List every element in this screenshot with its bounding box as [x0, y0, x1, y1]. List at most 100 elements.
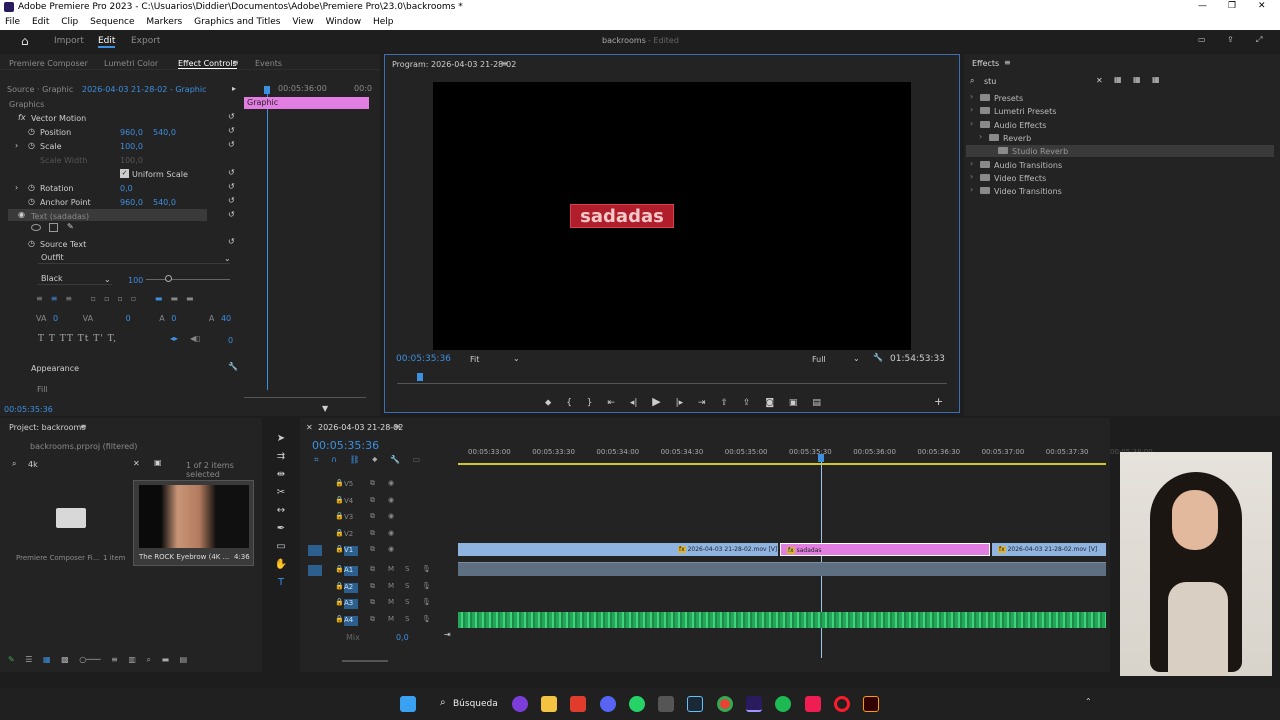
step-back-icon[interactable]: ◂| — [630, 398, 638, 408]
panel-menu-icon[interactable]: ≡ — [232, 58, 239, 67]
lock-icon[interactable]: 🔒 — [335, 565, 344, 573]
windows-start-icon[interactable] — [400, 696, 416, 712]
scale-value[interactable]: 100,0 — [120, 142, 143, 151]
reset-icon[interactable]: ↺ — [228, 168, 235, 177]
source-patch[interactable] — [308, 496, 322, 507]
sync-lock-icon[interactable]: ⧉ — [370, 479, 375, 488]
sync-lock-icon[interactable]: ⧉ — [370, 545, 375, 554]
source-patch[interactable] — [308, 479, 322, 490]
stopwatch-icon[interactable]: ◷ — [28, 197, 35, 206]
kerning-icon[interactable]: VA — [83, 314, 93, 323]
lock-icon[interactable]: 🔒 — [335, 479, 344, 487]
chevron-right-icon[interactable]: › — [970, 105, 973, 114]
type-icon[interactable]: T — [272, 574, 290, 592]
source-patch[interactable] — [308, 529, 322, 540]
effects-tree-item[interactable]: › Lumetri Presets — [966, 105, 1274, 117]
effects-tree-item[interactable]: › Video Effects — [966, 172, 1274, 184]
panel-menu-icon[interactable]: ≡ — [1004, 58, 1011, 67]
source-patch[interactable] — [308, 582, 322, 593]
effects-tree-item[interactable]: › Audio Transitions — [966, 159, 1274, 171]
lock-icon[interactable]: 🔒 — [335, 598, 344, 606]
effects-tree-item[interactable]: › Reverb — [966, 132, 1274, 144]
track-label[interactable]: A1 — [344, 566, 358, 576]
tab-premiere-composer[interactable]: Premiere Composer — [9, 59, 88, 68]
eye-icon[interactable]: ◉ — [388, 479, 394, 487]
menu-view[interactable]: View — [292, 17, 313, 27]
solo-button[interactable]: S — [405, 615, 409, 623]
baseline-icon[interactable]: A — [209, 314, 214, 323]
anchor-y[interactable]: 540,0 — [153, 198, 176, 207]
zoom-slider[interactable] — [244, 397, 366, 398]
reset-icon[interactable]: ↺ — [228, 210, 235, 219]
source-patch[interactable] — [308, 512, 322, 523]
timeline-timecode[interactable]: 00:05:35:36 — [312, 439, 379, 452]
graphic-clip-bar[interactable]: Graphic — [244, 97, 369, 109]
mix-end-icon[interactable]: ⇥ — [444, 630, 451, 639]
menu-help[interactable]: Help — [373, 17, 394, 27]
share-icon[interactable]: ⇪ — [1227, 35, 1234, 44]
discord-icon[interactable] — [600, 696, 616, 712]
accelerated-icon[interactable]: ▦ — [1114, 75, 1122, 84]
32bit-icon[interactable]: ▦ — [1133, 75, 1141, 84]
panel-menu-icon[interactable]: ≡ — [394, 422, 401, 431]
menu-file[interactable]: File — [5, 17, 20, 27]
pen-mask-icon[interactable]: ✎ — [67, 222, 74, 231]
program-timecode[interactable]: 00:05:35:36 — [396, 354, 451, 364]
source-patch[interactable] — [308, 565, 322, 576]
video-track-header[interactable]: 🔒 V1 ⧉ ◉ — [308, 544, 448, 558]
go-to-in-icon[interactable]: ⇤ — [607, 398, 615, 408]
zoom-slider-icon[interactable]: ○─── — [79, 655, 100, 664]
solo-button[interactable]: S — [405, 565, 409, 573]
lock-icon[interactable]: 🔒 — [335, 529, 344, 537]
expand-icon[interactable]: › — [15, 183, 18, 192]
file-explorer-icon[interactable] — [541, 696, 557, 712]
pen-icon[interactable]: ✒ — [272, 520, 290, 538]
effects-tree-item[interactable]: › Presets — [966, 92, 1274, 104]
tray-chevron-icon[interactable]: ⌃ — [1085, 697, 1092, 706]
timeline-ruler[interactable]: 00:05:33:00 00:05:33:30 00:05:34:00 00:05:3… — [458, 446, 1153, 462]
slip-icon[interactable]: ↔ — [272, 502, 290, 520]
track-label[interactable]: A3 — [344, 599, 358, 610]
mark-out-icon[interactable]: } — [587, 398, 593, 408]
mute-button[interactable]: M — [388, 598, 394, 606]
slider-handle[interactable] — [165, 275, 172, 282]
audio-track-header[interactable]: 🔒 A2 ⧉ M S 🎙 — [308, 581, 448, 595]
effects-tree-item[interactable]: › Video Transitions — [966, 185, 1274, 197]
leading-value[interactable]: 0 — [171, 314, 176, 323]
microphone-icon[interactable]: 🎙 — [422, 615, 431, 623]
app2-icon[interactable] — [658, 696, 674, 712]
microphone-icon[interactable]: 🎙 — [422, 598, 431, 606]
track-label[interactable]: V5 — [344, 480, 358, 490]
effects-search-input[interactable]: stu — [984, 77, 1096, 86]
program-playhead[interactable] — [417, 373, 423, 381]
track-label[interactable]: V1 — [344, 546, 358, 557]
list-view-icon[interactable]: ☰ — [25, 655, 32, 664]
chevron-right-icon[interactable]: › — [970, 119, 973, 128]
effects-tree-item[interactable]: › Audio Effects — [966, 119, 1274, 131]
step-forward-icon[interactable]: |▸ — [676, 398, 684, 408]
lock-icon[interactable]: 🔒 — [335, 496, 344, 504]
eye-icon[interactable]: ◉ — [388, 496, 394, 504]
rotation-value[interactable]: 0,0 — [120, 184, 133, 193]
weight-select[interactable]: Black — [38, 274, 112, 285]
selection-tool-icon[interactable]: ➤ — [272, 430, 290, 448]
solo-button[interactable]: S — [405, 598, 409, 606]
audio-clip-a1[interactable] — [458, 562, 1106, 576]
mute-button[interactable]: M — [388, 582, 394, 590]
add-marker-icon[interactable]: ⬥ — [545, 398, 551, 408]
playhead-marker[interactable] — [264, 86, 270, 94]
hand-icon[interactable]: ✋ — [272, 556, 290, 574]
compare-icon[interactable]: ▣ — [789, 398, 798, 408]
rectangle-mask-icon[interactable] — [49, 223, 58, 232]
premiere-icon[interactable] — [746, 696, 762, 712]
lift-icon[interactable]: ⇧ — [720, 398, 728, 408]
stopwatch-icon[interactable]: ◷ — [28, 141, 35, 150]
kerning-value[interactable]: 0 — [126, 314, 131, 323]
linked-icon[interactable]: ⛓ — [349, 455, 359, 464]
anchor-x[interactable]: 960,0 — [120, 198, 143, 207]
video-frame[interactable]: sadadas — [433, 82, 911, 350]
copilot-icon[interactable] — [512, 696, 528, 712]
tab-edit[interactable]: Edit — [98, 36, 116, 48]
chevron-right-icon[interactable]: › — [970, 172, 973, 181]
tracking-icon[interactable]: VA — [36, 314, 46, 323]
